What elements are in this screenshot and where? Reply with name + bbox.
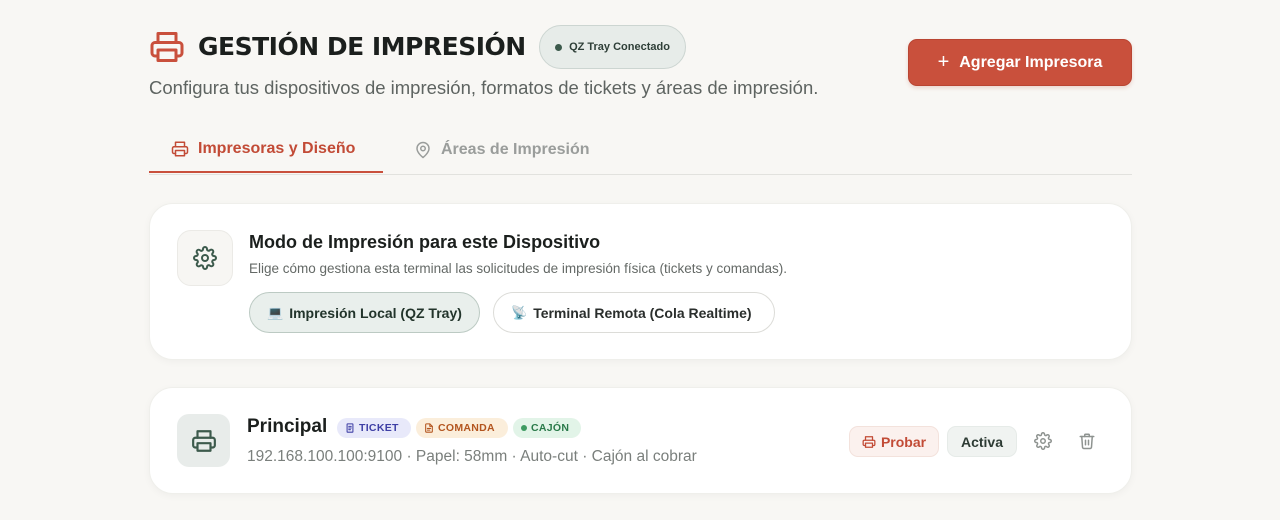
printer-details: 192.168.100.100:9100 · Papel: 58mm · Aut… [247, 448, 697, 465]
drawer-badge: CAJÓN [513, 418, 581, 438]
status-dot-icon [555, 43, 563, 51]
tab-printers-label: Impresoras y Diseño [198, 139, 356, 157]
document-icon [425, 423, 433, 433]
printer-card: Principal TICKET COMANDA CAJÓN 192.168.1… [149, 387, 1132, 494]
printer-icon [862, 435, 876, 448]
comanda-badge: COMANDA [416, 418, 508, 438]
satellite-icon: 📡 [511, 304, 528, 320]
test-print-button[interactable]: Probar [849, 426, 939, 457]
tab-print-areas[interactable]: Áreas de Impresión [414, 126, 590, 174]
printer-icon [191, 429, 216, 452]
print-mode-card: Modo de Impresión para este Dispositivo … [149, 203, 1132, 360]
gear-icon [193, 246, 217, 270]
printer-settings-button[interactable] [1032, 430, 1054, 452]
laptop-icon: 💻 [267, 304, 284, 320]
printer-icon [171, 141, 189, 156]
dot-icon [521, 425, 527, 431]
active-toggle-label: Activa [960, 433, 1004, 450]
page-subtitle: Configura tus dispositivos de impresión,… [149, 77, 819, 98]
ticket-badge-label: TICKET [359, 422, 399, 434]
ticket-badge: TICKET [337, 418, 411, 438]
print-mode-title: Modo de Impresión para este Dispositivo [249, 232, 601, 252]
remote-terminal-mode-button[interactable]: 📡 Terminal Remota (Cola Realtime) [493, 292, 775, 333]
tab-print-areas-label: Áreas de Impresión [441, 141, 590, 158]
tab-bar: Impresoras y Diseño Áreas de Impresión [149, 126, 1132, 175]
receipt-icon [346, 423, 354, 433]
printer-name: Principal [247, 416, 328, 437]
test-print-label: Probar [880, 433, 927, 450]
add-printer-button[interactable]: + Agregar Impresora [908, 39, 1132, 86]
tab-printers[interactable]: Impresoras y Diseño [149, 126, 383, 173]
print-mode-description: Elige cómo gestiona esta terminal las so… [249, 261, 787, 276]
active-toggle-button[interactable]: Activa [947, 426, 1017, 457]
local-print-mode-label: Impresión Local (QZ Tray) [289, 304, 462, 321]
remote-terminal-mode-label: Terminal Remota (Cola Realtime) [533, 304, 752, 321]
drawer-badge-label: CAJÓN [531, 422, 570, 434]
status-badge-label: QZ Tray Conectado [569, 41, 670, 53]
print-management-page: GESTIÓN DE IMPRESIÓN QZ Tray Conectado C… [149, 0, 1132, 520]
map-pin-icon [416, 141, 430, 159]
comanda-badge-label: COMANDA [438, 422, 495, 434]
status-badge: QZ Tray Conectado [539, 25, 686, 69]
delete-printer-button[interactable] [1076, 430, 1098, 452]
trash-icon [1079, 433, 1095, 450]
printer-icon-box [177, 414, 230, 467]
add-printer-label: Agregar Impresora [959, 53, 1103, 71]
page-title: GESTIÓN DE IMPRESIÓN [198, 32, 526, 61]
local-print-mode-button[interactable]: 💻 Impresión Local (QZ Tray) [249, 292, 480, 333]
gear-icon [1034, 432, 1052, 450]
plus-icon: + [937, 50, 950, 73]
printer-icon [149, 29, 185, 65]
gear-icon-box [177, 230, 233, 286]
